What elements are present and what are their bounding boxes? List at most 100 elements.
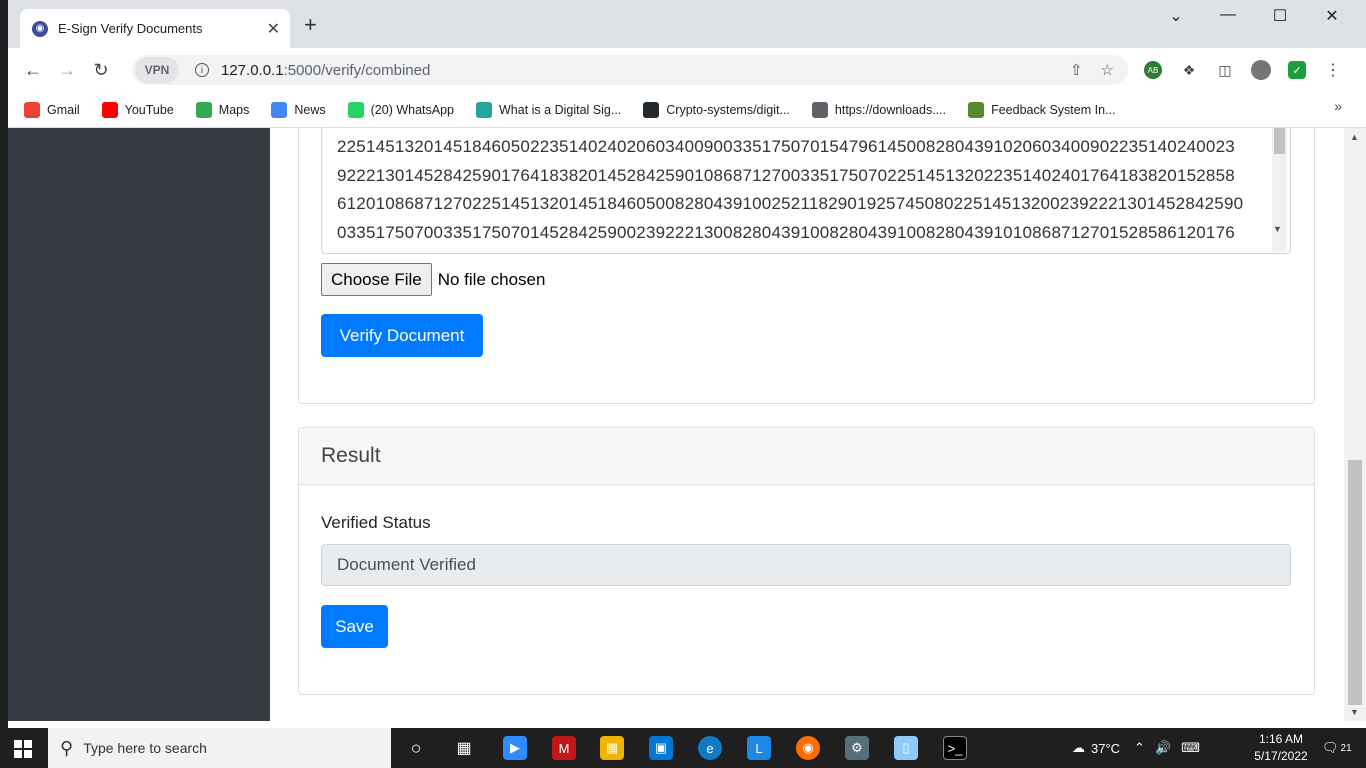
bookmark-item[interactable]: News (271, 101, 326, 118)
zoom-icon[interactable]: ▶ (503, 736, 527, 760)
bookmark-star-icon[interactable]: ☆ (1101, 61, 1114, 79)
tab-title: E-Sign Verify Documents (58, 21, 203, 36)
reload-icon[interactable]: ↻ (84, 60, 118, 81)
search-placeholder: Type here to search (83, 740, 207, 756)
terminal-icon[interactable]: >_ (943, 736, 967, 760)
adblock-extension-icon[interactable]: AB (1135, 58, 1171, 82)
forward-icon[interactable]: → (50, 60, 84, 81)
scroll-down-icon[interactable]: ▼ (1273, 224, 1282, 234)
security-shield-icon[interactable]: ✓ (1279, 58, 1315, 82)
bookmark-label: Maps (218, 102, 250, 117)
github-icon (643, 101, 660, 118)
app-notepad-icon[interactable]: ▯ (894, 736, 918, 760)
brave-browser-icon[interactable]: ◉ (796, 736, 820, 760)
page-scroll-thumb[interactable] (1348, 460, 1362, 705)
store-icon[interactable]: ▣ (649, 736, 673, 760)
bookmark-label: Feedback System In... (991, 102, 1116, 117)
back-icon[interactable]: ← (16, 60, 50, 81)
mcafee-icon[interactable]: M (552, 736, 576, 760)
eye-icon (476, 101, 492, 118)
page-scroll-up-icon[interactable]: ▲ (1350, 132, 1359, 142)
clock-time: 1:16 AM (1258, 732, 1304, 746)
notification-count: 21 (1340, 742, 1352, 754)
extensions-puzzle-icon[interactable]: ❖ (1171, 58, 1207, 82)
textarea-scroll-thumb[interactable] (1274, 128, 1285, 154)
page-scrollbar[interactable]: ▲ ▼ (1344, 128, 1366, 721)
taskbar-search[interactable]: ⚲ Type here to search (48, 728, 391, 768)
file-status-text: No file chosen (437, 269, 546, 289)
notification-icon[interactable]: 🗨 (1322, 740, 1339, 756)
task-view-icon[interactable]: ▦ (452, 736, 476, 760)
bookmark-label: Gmail (47, 102, 80, 117)
volume-icon[interactable]: 🔊 (1155, 740, 1171, 756)
close-window-icon[interactable]: ✕ (1306, 6, 1358, 26)
verified-status-label: Verified Status (321, 513, 431, 532)
site-favicon-icon: ◉ (32, 20, 48, 37)
browser-window: ◉ E-Sign Verify Documents ✕ + ⌄ — ☐ ✕ ← … (8, 0, 1366, 728)
weather-icon[interactable]: ☁ (1072, 740, 1085, 756)
notification-center[interactable]: 🗨 21 (1322, 728, 1352, 768)
weather-temp[interactable]: 37°C (1091, 741, 1120, 756)
bookmark-item[interactable]: Gmail (24, 101, 80, 118)
gmail-icon (24, 101, 40, 118)
feather-icon (968, 101, 985, 118)
result-card: Result Verified Status Document Verified… (298, 427, 1315, 695)
maximize-icon[interactable]: ☐ (1254, 6, 1306, 26)
bookmark-item[interactable]: YouTube (101, 101, 174, 118)
url-text[interactable]: 127.0.0.1:5000/verify/combined (221, 62, 430, 79)
whatsapp-icon (347, 101, 364, 118)
bookmark-label: (20) WhatsApp (370, 102, 454, 117)
signature-textarea[interactable]: 2251451320145184605022351402402060340090… (321, 128, 1291, 254)
site-info-icon[interactable]: i (195, 63, 209, 77)
bookmark-item[interactable]: (20) WhatsApp (347, 101, 454, 118)
tab-active[interactable]: ◉ E-Sign Verify Documents ✕ (20, 9, 290, 48)
bookmark-item[interactable]: Crypto-systems/digit... (643, 101, 790, 118)
bookmark-item[interactable]: Maps (195, 101, 250, 118)
bookmark-item[interactable]: https://downloads.... (811, 101, 947, 118)
choose-file-button[interactable]: Choose File (321, 263, 432, 296)
tab-strip: ◉ E-Sign Verify Documents ✕ + ⌄ — ☐ ✕ (8, 0, 1366, 48)
bookmark-label: What is a Digital Sig... (499, 102, 622, 117)
address-bar[interactable]: VPN i 127.0.0.1:5000/verify/combined ⇧ ☆ (132, 55, 1128, 85)
tab-search-icon[interactable]: ⌄ (1150, 6, 1202, 26)
profile-avatar-icon[interactable] (1243, 58, 1279, 82)
bookmarks-bar: Gmail YouTube Maps News (20) WhatsApp What is… (8, 92, 1366, 128)
page-scroll-down-icon[interactable]: ▼ (1350, 707, 1359, 717)
search-icon: ⚲ (60, 737, 74, 758)
globe-icon (811, 101, 828, 118)
clock-date: 5/17/2022 (1254, 749, 1308, 763)
windows-start-icon[interactable] (14, 740, 32, 758)
bookmark-item[interactable]: What is a Digital Sig... (476, 101, 622, 118)
save-button[interactable]: Save (321, 605, 388, 648)
bookmark-label: Crypto-systems/digit... (666, 102, 790, 117)
taskbar-clock[interactable]: 1:16 AM 5/17/2022 (1250, 731, 1312, 765)
edge-icon[interactable]: e (698, 736, 722, 760)
maps-icon (195, 101, 212, 118)
share-icon[interactable]: ⇧ (1070, 61, 1083, 79)
system-tray: ☁ 37°C ⌃ 🔊 ⌨ (1072, 728, 1200, 768)
menu-kebab-icon[interactable]: ⋮ (1315, 58, 1351, 82)
bookmark-label: https://downloads.... (834, 102, 947, 117)
ime-icon[interactable]: ⌨ (1181, 740, 1200, 756)
news-icon (271, 101, 288, 118)
extensions-bar: AB ❖ ◫ ✓ ⋮ (1135, 58, 1351, 82)
bookmark-item[interactable]: Feedback System In... (968, 101, 1116, 118)
minimize-icon[interactable]: — (1202, 6, 1254, 26)
youtube-icon (101, 101, 118, 118)
bookmarks-overflow-icon[interactable]: » (1334, 98, 1342, 114)
close-tab-icon[interactable]: ✕ (267, 19, 280, 39)
cortana-icon[interactable]: ○ (404, 736, 428, 760)
textarea-scrollbar[interactable]: ▼ (1272, 128, 1287, 252)
file-explorer-icon[interactable]: ▦ (600, 736, 624, 760)
verify-document-button[interactable]: Verify Document (321, 314, 483, 357)
app-settings-icon[interactable]: ⚙ (845, 736, 869, 760)
file-input[interactable]: Choose File No file chosen (321, 263, 545, 296)
verified-status-field: Document Verified (321, 544, 1291, 586)
tray-chevron-icon[interactable]: ⌃ (1134, 740, 1145, 756)
web-page: 2251451320145184605022351402402060340090… (8, 128, 1344, 721)
result-card-header: Result (299, 428, 1314, 485)
new-tab-button[interactable]: + (304, 12, 317, 38)
side-panel-icon[interactable]: ◫ (1207, 58, 1243, 82)
vpn-badge[interactable]: VPN (135, 57, 179, 83)
app-l-icon[interactable]: L (747, 736, 771, 760)
